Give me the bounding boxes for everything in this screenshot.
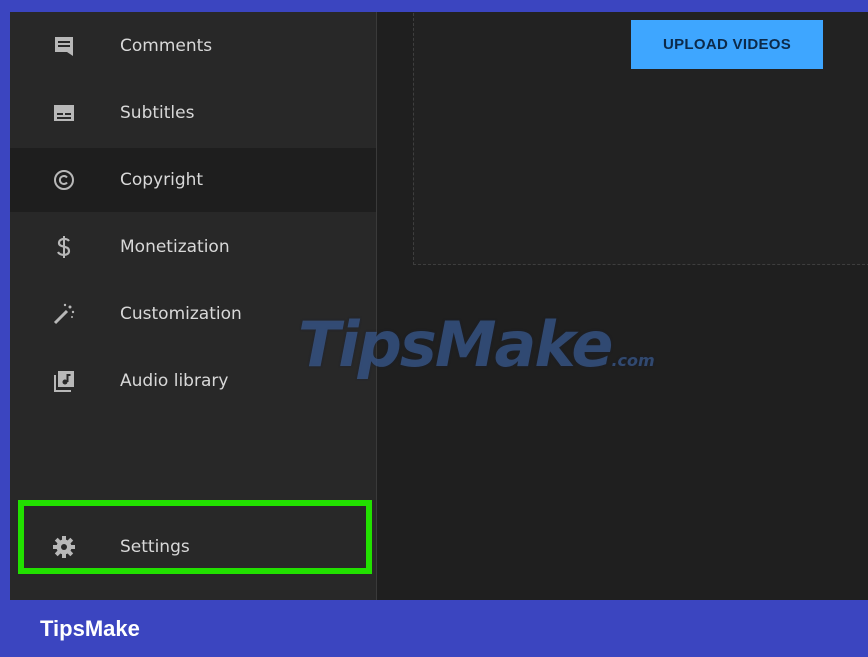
sidebar-item-label: Audio library: [120, 371, 229, 391]
footer-banner: TipsMake: [0, 600, 868, 657]
upload-drop-area[interactable]: UPLOAD VIDEOS: [413, 12, 868, 265]
subtitles-icon: [52, 101, 76, 125]
sidebar-item-label: Copyright: [120, 170, 204, 190]
app-window: Comments Subtitles Copyright Monetizatio…: [10, 12, 868, 600]
sidebar-item-label: Monetization: [120, 237, 230, 257]
footer-brand: TipsMake: [40, 616, 140, 641]
dollar-icon: [52, 235, 76, 259]
sidebar-item-label: Subtitles: [120, 103, 195, 123]
sidebar-item-label: Comments: [120, 36, 213, 56]
comment-icon: [52, 34, 76, 58]
main-content: UPLOAD VIDEOS: [377, 12, 868, 600]
sidebar-item-comments[interactable]: Comments: [10, 14, 376, 78]
sidebar-item-label: Customization: [120, 304, 242, 324]
settings-highlight-box: [18, 500, 372, 574]
sidebar: Comments Subtitles Copyright Monetizatio…: [10, 12, 377, 600]
sidebar-item-copyright[interactable]: Copyright: [10, 148, 376, 212]
upload-videos-button[interactable]: UPLOAD VIDEOS: [631, 20, 823, 69]
audio-library-icon: [52, 369, 76, 393]
copyright-icon: [52, 168, 76, 192]
sidebar-item-subtitles[interactable]: Subtitles: [10, 81, 376, 145]
magic-wand-icon: [52, 302, 76, 326]
sidebar-item-monetization[interactable]: Monetization: [10, 215, 376, 279]
watermark-logo: TipsMake.com: [298, 308, 655, 381]
